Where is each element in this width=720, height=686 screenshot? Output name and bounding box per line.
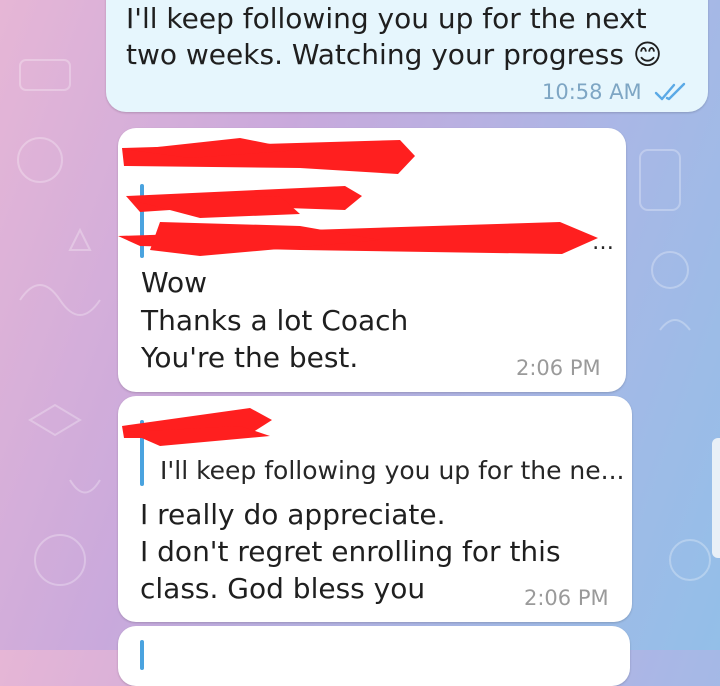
redaction-scribble xyxy=(118,138,598,446)
